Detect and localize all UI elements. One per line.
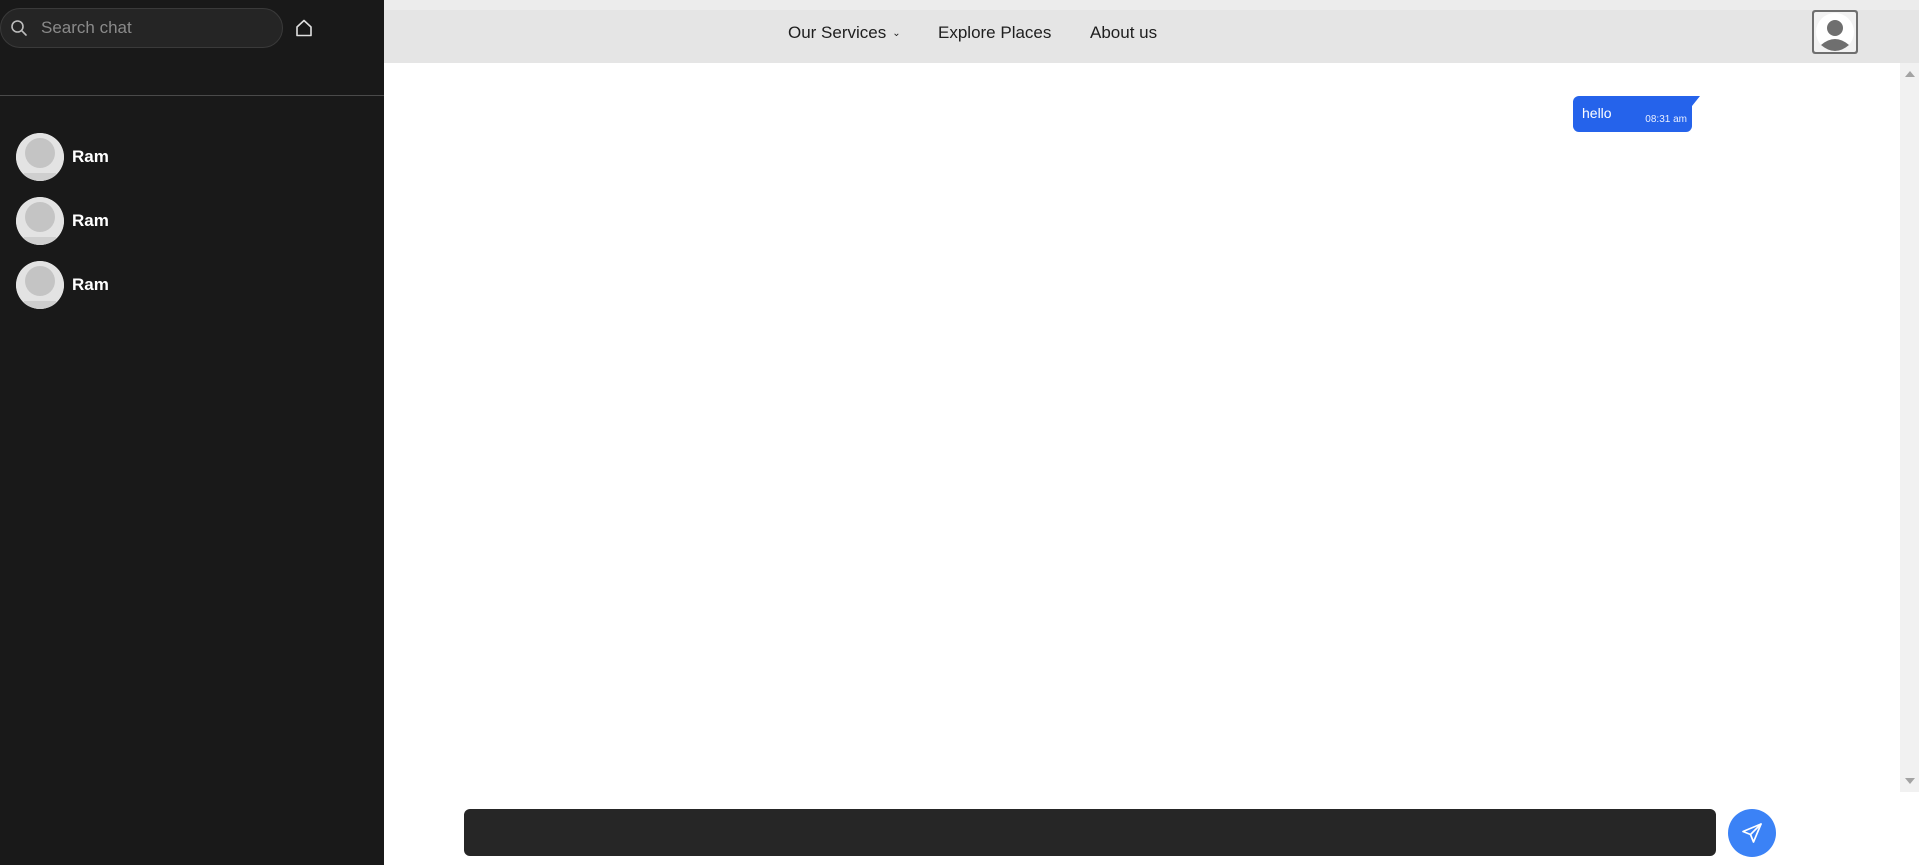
default-avatar-icon [16, 133, 64, 181]
chat-list-item[interactable]: Ram [0, 197, 384, 261]
profile-button[interactable] [1812, 10, 1858, 54]
chat-list-item[interactable]: Ram [0, 133, 384, 197]
nav-explore-places[interactable]: Explore Places [938, 23, 1051, 43]
default-avatar-icon [16, 197, 64, 245]
chat-list: Ram Ram Ram [0, 133, 384, 325]
message-area: hello 08:31 am [384, 63, 1900, 792]
search-box[interactable] [0, 8, 283, 48]
nav-about-us[interactable]: About us [1090, 23, 1157, 43]
nav-our-services-label: Our Services [788, 23, 887, 42]
message-input[interactable] [464, 809, 1716, 856]
search-icon [11, 20, 27, 36]
default-avatar-icon [16, 261, 64, 309]
nav-our-services[interactable]: Our Services ⌄ [788, 23, 901, 43]
sidebar: Ram Ram [0, 0, 384, 865]
message-bubble-outgoing: hello 08:31 am [1573, 96, 1692, 132]
search-input[interactable] [41, 9, 277, 47]
scroll-down-arrow-icon[interactable] [1905, 778, 1915, 784]
sidebar-divider [0, 95, 384, 96]
message-timestamp: 08:31 am [1645, 114, 1687, 125]
chat-app: Ram Ram [0, 0, 1919, 865]
message-text: hello [1582, 105, 1612, 121]
avatar [16, 197, 64, 245]
send-icon [1742, 823, 1762, 843]
home-icon[interactable] [293, 17, 315, 39]
chat-name: Ram [72, 275, 109, 294]
chat-name: Ram [72, 211, 109, 230]
send-button[interactable] [1728, 809, 1776, 857]
scroll-up-arrow-icon[interactable] [1905, 71, 1915, 77]
message-scrollbar[interactable] [1900, 63, 1919, 792]
avatar [16, 133, 64, 181]
message-bubble-tail [1692, 96, 1700, 106]
top-nav: Our Services ⌄ Explore Places About us [384, 0, 1919, 63]
chat-list-item[interactable]: Ram [0, 261, 384, 325]
chevron-down-icon: ⌄ [892, 28, 901, 39]
user-avatar-icon [1814, 12, 1856, 52]
chat-name: Ram [72, 147, 109, 166]
avatar [16, 261, 64, 309]
